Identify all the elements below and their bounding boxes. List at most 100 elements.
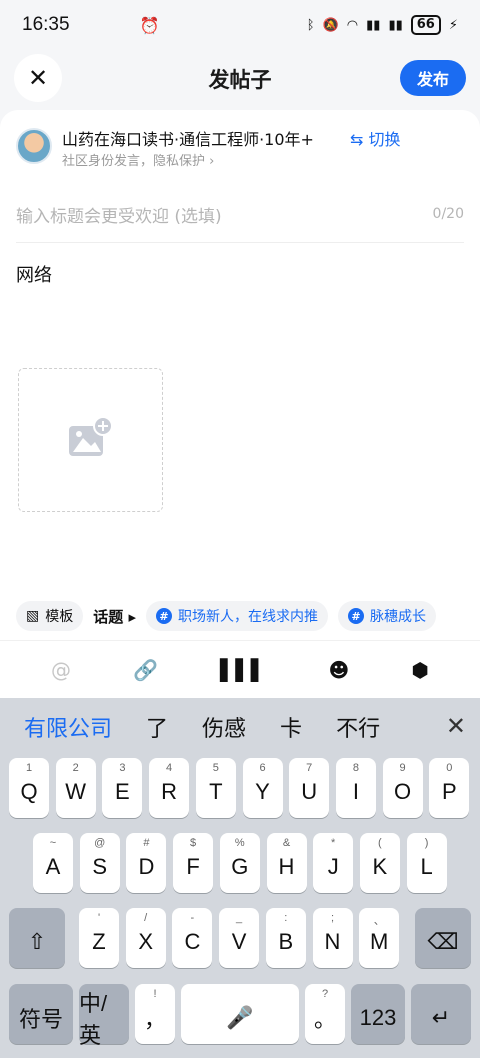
key-a[interactable]: ~ A	[33, 833, 73, 893]
key-g[interactable]: % G	[219, 833, 260, 893]
key-label: L	[420, 854, 433, 879]
key-e[interactable]: 3E	[102, 758, 143, 818]
bluetooth-icon: ᛒ	[306, 17, 315, 33]
key-y[interactable]: 6Y	[242, 758, 283, 818]
key-t[interactable]: 5T	[195, 758, 236, 818]
add-image-button[interactable]	[18, 368, 163, 512]
key-label: B	[278, 929, 294, 954]
candidate-bar: 有限公司 了 伤感 卡 不行 ✕	[0, 698, 480, 756]
comma-key[interactable]: !，	[135, 984, 175, 1044]
key-alt-label: 、	[373, 915, 385, 927]
key-k[interactable]: (K	[359, 833, 400, 893]
key-alt-label: :	[284, 912, 288, 924]
key-o[interactable]: 9O	[382, 758, 423, 818]
key-label: R	[161, 779, 178, 804]
key-p[interactable]: 0P	[429, 758, 470, 818]
status-bar: 16:35 ⏰ ᛒ 🔕 ◠ ▮▮ ▮▮ 66 ⚡	[0, 0, 480, 50]
enter-key[interactable]: ↵	[411, 984, 471, 1044]
topic-label: 话题 ▸	[93, 607, 137, 626]
key-l[interactable]: ) L	[406, 833, 447, 893]
key-label: ↵	[431, 1005, 451, 1030]
settings-icon[interactable]: ⬢	[411, 658, 428, 682]
key-alt-label: &	[282, 837, 291, 849]
key-label: ，	[143, 1007, 166, 1032]
candidate-word[interactable]: 不行	[336, 711, 380, 743]
shift-key[interactable]: ⇧	[9, 908, 65, 968]
key-r[interactable]: 4R	[149, 758, 190, 818]
template-button[interactable]: ▧ 模板	[16, 601, 84, 631]
key-d[interactable]: # D	[126, 833, 167, 893]
key-label: C	[184, 929, 201, 954]
key-alt-label: 6	[259, 762, 266, 774]
key-label: G	[231, 854, 249, 879]
key-f[interactable]: $ F	[173, 833, 214, 893]
key-v[interactable]: _ V	[219, 908, 260, 968]
symbols-key[interactable]: 符号	[9, 984, 73, 1044]
publish-button[interactable]: 发布	[400, 60, 466, 96]
backspace-key[interactable]: ⌫	[415, 908, 471, 968]
body-input[interactable]: 网络	[16, 261, 52, 287]
key-x[interactable]: / X	[125, 908, 166, 968]
add-image-icon	[68, 416, 113, 456]
chart-icon[interactable]: ▌▌▌	[220, 658, 266, 682]
key-alt-label: 9	[399, 762, 406, 774]
identity-name[interactable]: 山药在海口读书·通信工程师·10年+	[62, 126, 314, 150]
candidate-word[interactable]: 伤感	[202, 711, 246, 743]
key-alt-label: 5	[212, 762, 219, 774]
key-n[interactable]: ; N	[312, 908, 353, 968]
key-c[interactable]: -C	[172, 908, 213, 968]
link-icon[interactable]: 🔗	[133, 658, 158, 682]
key-j[interactable]: * J	[313, 833, 354, 893]
candidate-word[interactable]: 了	[146, 711, 168, 743]
key-z[interactable]: ' Z	[79, 908, 119, 968]
key-label: E	[115, 779, 130, 804]
avatar[interactable]	[16, 128, 52, 164]
key-b[interactable]: :B	[265, 908, 306, 968]
key-alt-label: *	[331, 837, 336, 849]
key-alt-label: ~	[49, 837, 57, 849]
template-label: 模板	[45, 609, 74, 625]
key-u[interactable]: 7U	[289, 758, 330, 818]
key-label: T	[209, 779, 223, 804]
template-icon: ▧	[26, 608, 40, 624]
topic-chip[interactable]: # 脉穗成长	[338, 601, 437, 631]
key-label: K	[372, 854, 388, 879]
hashtag-icon: #	[348, 608, 365, 624]
key-label: X	[138, 929, 154, 954]
key-label: U	[301, 779, 318, 804]
period-key[interactable]: ?。	[305, 984, 345, 1044]
key-alt-label: )	[424, 837, 429, 849]
switch-identity-button[interactable]: ⇆ 切换	[350, 126, 401, 150]
key-label: N	[324, 929, 341, 954]
hashtag-icon: #	[156, 608, 173, 624]
signal-icon-2: ▮▮	[388, 17, 403, 33]
key-h[interactable]: & H	[266, 833, 307, 893]
key-alt-label: $	[190, 837, 197, 849]
mention-icon[interactable]: @	[51, 658, 71, 682]
key-m[interactable]: 、 M	[359, 908, 400, 968]
key-label: O	[394, 779, 412, 804]
emoji-icon[interactable]: ☻	[328, 658, 349, 682]
language-switch-key[interactable]: 中/英	[79, 984, 129, 1048]
title-input[interactable]: 输入标题会更受欢迎 (选填)	[16, 202, 222, 227]
candidate-word[interactable]: 卡	[280, 711, 302, 743]
key-q[interactable]: 1Q	[9, 758, 49, 818]
candidate-word[interactable]: 有限公司	[24, 711, 112, 743]
key-alt-label: -	[190, 912, 195, 924]
numbers-key[interactable]: 123	[351, 984, 405, 1044]
alarm-icon: ⏰	[139, 15, 160, 35]
key-i[interactable]: 8I	[335, 758, 376, 818]
close-candidates-icon[interactable]: ✕	[446, 712, 466, 740]
key-label: Z	[92, 929, 106, 954]
key-label: F	[186, 854, 200, 879]
key-alt-label: 0	[446, 762, 453, 774]
key-label: J	[327, 854, 339, 879]
space-key[interactable]: 🎤	[181, 984, 299, 1044]
topic-chip[interactable]: # 职场新人，在线求内推	[146, 601, 329, 631]
identity-privacy-link[interactable]: 社区身份发言，隐私保护 ›	[62, 150, 214, 169]
header: ✕ 发帖子 发布	[0, 52, 480, 106]
key-s[interactable]: @ S	[79, 833, 120, 893]
key-w[interactable]: 2W	[55, 758, 96, 818]
key-label: 123	[359, 1005, 397, 1030]
key-label: 符号	[18, 1007, 63, 1032]
